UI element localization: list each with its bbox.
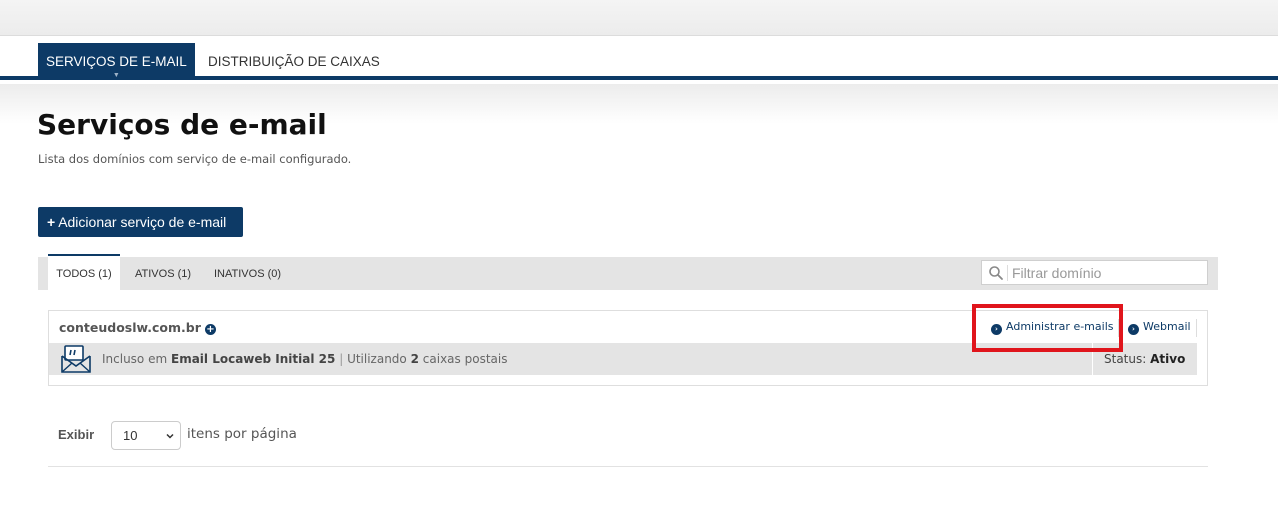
page-title: Serviços de e-mail — [37, 108, 327, 141]
domain-plan-info: Incluso em Email Locaweb Initial 25 | Ut… — [102, 352, 507, 366]
filter-bar: TODOS (1) ATIVOS (1) INATIVOS (0) — [38, 254, 1218, 296]
tab-email-services-label: SERVIÇOS DE E-MAIL — [46, 54, 187, 69]
add-email-service-button[interactable]: + Adicionar serviço de e-mail — [38, 207, 243, 237]
status-value: Ativo — [1150, 352, 1186, 366]
included-prefix: Incluso em — [102, 352, 168, 366]
browser-top-strip — [0, 0, 1278, 36]
chevron-right-icon: › — [1128, 324, 1139, 335]
open-envelope-icon — [61, 345, 91, 373]
page-subtitle: Lista dos domínios com serviço de e-mail… — [38, 152, 352, 166]
status-badge: Status: Ativo — [1104, 352, 1185, 366]
domain-name: conteudoslw.com.br — [59, 320, 201, 335]
using-prefix: Utilizando — [347, 352, 407, 366]
plus-icon: + — [47, 214, 56, 230]
expand-plus-icon[interactable]: + — [204, 324, 216, 335]
top-navigation: SERVIÇOS DE E-MAIL ▼ DISTRIBUIÇÃO DE CAI… — [0, 36, 1278, 80]
filter-tab-active[interactable]: ATIVOS (1) — [135, 257, 191, 290]
filter-tab-all[interactable]: TODOS (1) — [48, 254, 120, 296]
filter-tab-active-label: ATIVOS (1) — [135, 268, 192, 280]
webmail-label: Webmail — [1143, 320, 1191, 333]
filter-tab-inactive-label: INATIVOS (0) — [214, 268, 282, 280]
domain-name-link[interactable]: conteudoslw.com.br + — [59, 320, 216, 335]
highlight-box — [972, 304, 1123, 352]
per-page-select[interactable]: 10 — [111, 421, 181, 450]
plan-name: Email Locaweb Initial 25 — [171, 352, 336, 366]
active-tab-caret-icon: ▼ — [112, 72, 120, 79]
per-page-label: itens por página — [187, 426, 297, 442]
domain-search-input[interactable] — [1012, 263, 1202, 283]
domain-search-box — [981, 260, 1208, 285]
active-filter-pointer — [78, 290, 90, 296]
add-email-service-label: Adicionar serviço de e-mail — [58, 214, 227, 230]
link-divider — [1196, 319, 1197, 337]
search-icon[interactable] — [988, 265, 1004, 281]
webmail-link[interactable]: › Webmail — [1128, 320, 1191, 335]
tab-mailbox-distribution-label: DISTRIBUIÇÃO DE CAIXAS — [208, 54, 380, 69]
tab-email-services[interactable]: SERVIÇOS DE E-MAIL ▼ — [38, 43, 195, 80]
filter-tab-all-label: TODOS (1) — [56, 268, 112, 280]
chevron-down-icon — [166, 433, 174, 439]
filter-tab-inactive[interactable]: INATIVOS (0) — [214, 257, 281, 290]
per-page-value: 10 — [123, 428, 138, 443]
mailbox-suffix: caixas postais — [422, 352, 508, 366]
mailbox-count: 2 — [410, 352, 419, 366]
show-label: Exibir — [58, 427, 95, 442]
bottom-divider — [48, 466, 1208, 467]
info-separator: | — [339, 352, 344, 366]
tab-mailbox-distribution[interactable]: DISTRIBUIÇÃO DE CAIXAS — [200, 43, 388, 80]
status-label: Status: — [1104, 352, 1147, 366]
search-divider — [1007, 265, 1008, 281]
